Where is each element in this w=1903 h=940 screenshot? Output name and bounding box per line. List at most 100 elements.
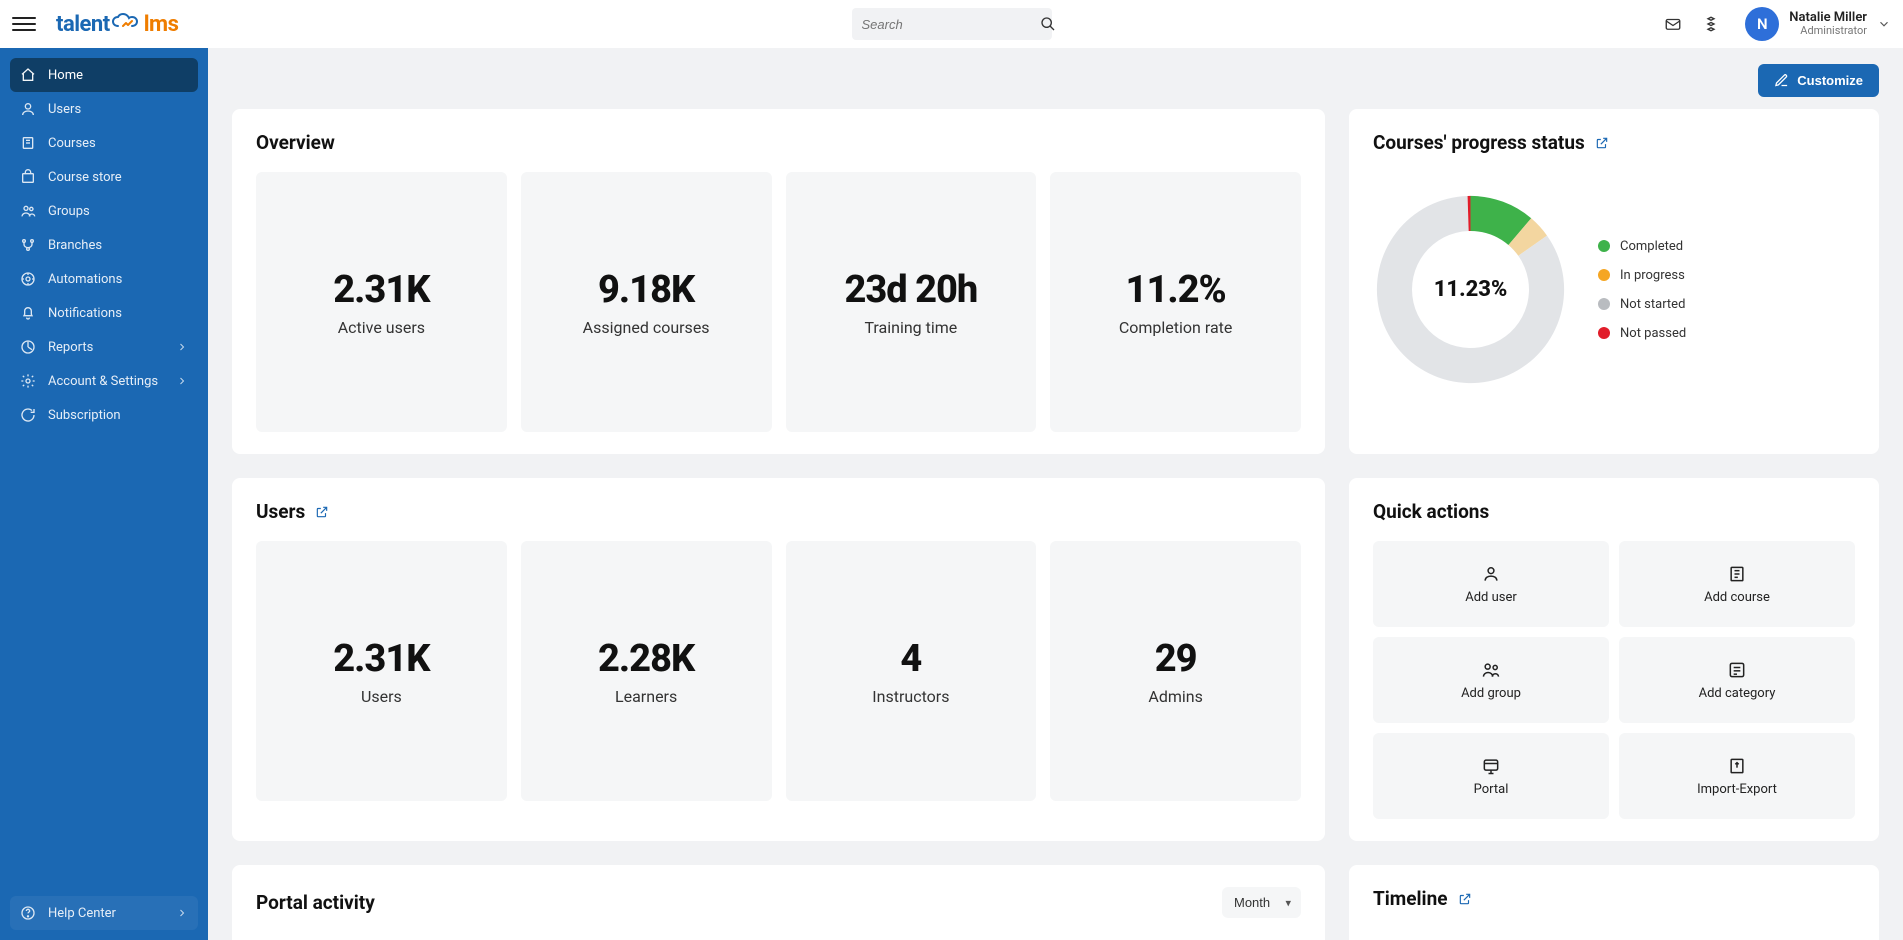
portal-activity-card: Portal activity Month ▾: [232, 865, 1325, 940]
chevron-right-icon: [176, 907, 188, 919]
sidebar-item-label: Course store: [48, 170, 122, 185]
sidebar-item-home[interactable]: Home: [10, 58, 198, 92]
search-icon[interactable]: [1040, 16, 1056, 32]
search-input[interactable]: [862, 17, 1040, 32]
sidebar-item-branches[interactable]: Branches: [10, 228, 198, 262]
search-box[interactable]: [852, 8, 1052, 40]
legend-label: In progress: [1620, 268, 1685, 283]
sidebar-item-notifications[interactable]: Notifications: [10, 296, 198, 330]
legend-dot: [1598, 327, 1610, 339]
stat-label: Assigned courses: [583, 318, 710, 337]
legend-dot: [1598, 269, 1610, 281]
quick-action-portal[interactable]: Portal: [1373, 733, 1609, 819]
branches-icon: [20, 237, 36, 253]
quick-action-add-course[interactable]: Add course: [1619, 541, 1855, 627]
stat-tile[interactable]: 23d 20hTraining time: [786, 172, 1037, 432]
stat-value: 2.28K: [598, 637, 694, 681]
stat-label: Completion rate: [1119, 318, 1233, 337]
quick-action-label: Portal: [1474, 782, 1509, 797]
progress-card: Courses' progress status 11.23% Complete…: [1349, 109, 1879, 454]
stat-label: Admins: [1148, 687, 1202, 706]
external-link-icon[interactable]: [1458, 892, 1472, 906]
legend-item: In progress: [1598, 268, 1686, 283]
avatar: N: [1745, 7, 1779, 41]
chevron-right-icon: [176, 375, 188, 387]
cloud-icon: [112, 13, 142, 31]
sidebar-item-reports[interactable]: Reports: [10, 330, 198, 364]
stat-tile[interactable]: 11.2% Completion rate: [1050, 172, 1301, 432]
subscription-icon: [20, 407, 36, 423]
quick-action-add-group[interactable]: Add group: [1373, 637, 1609, 723]
stat-tile[interactable]: 2.31KActive users: [256, 172, 507, 432]
sidebar-item-automations[interactable]: Automations: [10, 262, 198, 296]
stat-tile[interactable]: 2.31K Users: [256, 541, 507, 801]
logo[interactable]: talent lms: [56, 12, 178, 37]
legend-dot: [1598, 240, 1610, 252]
stat-value: 11.2%: [1126, 268, 1226, 312]
quick-action-label: Add category: [1699, 686, 1776, 701]
sidebar-item-subscription[interactable]: Subscription: [10, 398, 198, 432]
sidebar-item-label: Branches: [48, 238, 102, 253]
sidebar-item-label: Automations: [48, 272, 122, 287]
quick-action-label: Import-Export: [1697, 782, 1777, 797]
main: Customize Overview 2.31KActive users9.18…: [208, 48, 1903, 940]
customize-button[interactable]: Customize: [1758, 64, 1879, 97]
stat-tile[interactable]: 29Admins: [1050, 541, 1301, 801]
stat-value: 4: [900, 637, 921, 681]
stat-value: 2.31K: [333, 268, 429, 312]
quick-action-icon: [1727, 756, 1747, 776]
legend-label: Completed: [1620, 239, 1683, 254]
legend-item: Not passed: [1598, 326, 1686, 341]
customize-label: Customize: [1797, 73, 1863, 88]
stat-tile[interactable]: 9.18K Assigned courses: [521, 172, 772, 432]
user-menu[interactable]: N Natalie Miller Administrator: [1739, 7, 1891, 41]
messages-icon[interactable]: [1663, 14, 1683, 34]
external-link-icon[interactable]: [315, 505, 329, 519]
portal-title: Portal activity: [256, 891, 375, 914]
stat-tile[interactable]: 4 Instructors: [786, 541, 1037, 801]
menu-toggle[interactable]: [12, 12, 36, 36]
sidebar-item-label: Reports: [48, 340, 93, 355]
apps-icon[interactable]: [1701, 14, 1721, 34]
groups-icon: [20, 203, 36, 219]
external-link-icon[interactable]: [1595, 136, 1609, 150]
user-icon: [20, 101, 36, 117]
overview-title: Overview: [256, 131, 1301, 154]
sidebar-item-label: Subscription: [48, 408, 121, 423]
book-icon: [20, 135, 36, 151]
stat-label: Training time: [864, 318, 957, 337]
user-role: Administrator: [1789, 25, 1867, 37]
automations-icon: [20, 271, 36, 287]
sidebar-item-account-and-settings[interactable]: Account & Settings: [10, 364, 198, 398]
timeline-card: Timeline: [1349, 865, 1879, 940]
quick-action-add-category[interactable]: Add category: [1619, 637, 1855, 723]
stat-label: Instructors: [872, 687, 949, 706]
legend-dot: [1598, 298, 1610, 310]
sidebar-item-label: Courses: [48, 136, 96, 151]
sidebar-item-groups[interactable]: Groups: [10, 194, 198, 228]
stat-value: 2.31K: [333, 637, 429, 681]
sidebar-item-courses[interactable]: Courses: [10, 126, 198, 160]
timeline-title: Timeline: [1373, 887, 1448, 910]
sidebar-item-course-store[interactable]: Course store: [10, 160, 198, 194]
chevron-right-icon: [176, 341, 188, 353]
stat-label: Learners: [615, 687, 677, 706]
sidebar-help[interactable]: Help Center: [10, 896, 198, 930]
quick-action-label: Add course: [1704, 590, 1770, 605]
quick-action-import-export[interactable]: Import-Export: [1619, 733, 1855, 819]
overview-card: Overview 2.31KActive users 9.18K Assigned …: [232, 109, 1325, 454]
sidebar-item-label: Groups: [48, 204, 90, 219]
quick-action-add-user[interactable]: Add user: [1373, 541, 1609, 627]
legend-label: Not started: [1620, 297, 1685, 312]
quick-actions-title: Quick actions: [1373, 500, 1855, 523]
chevron-down-icon: [1877, 17, 1891, 31]
legend-item: Completed: [1598, 239, 1686, 254]
period-select[interactable]: Month: [1222, 887, 1301, 918]
sidebar-item-label: Account & Settings: [48, 374, 158, 389]
store-icon: [20, 169, 36, 185]
stat-label: Users: [361, 687, 402, 706]
stat-tile[interactable]: 2.28K Learners: [521, 541, 772, 801]
sidebar-item-users[interactable]: Users: [10, 92, 198, 126]
quick-action-icon: [1727, 660, 1747, 680]
stat-value: 9.18K: [598, 268, 694, 312]
